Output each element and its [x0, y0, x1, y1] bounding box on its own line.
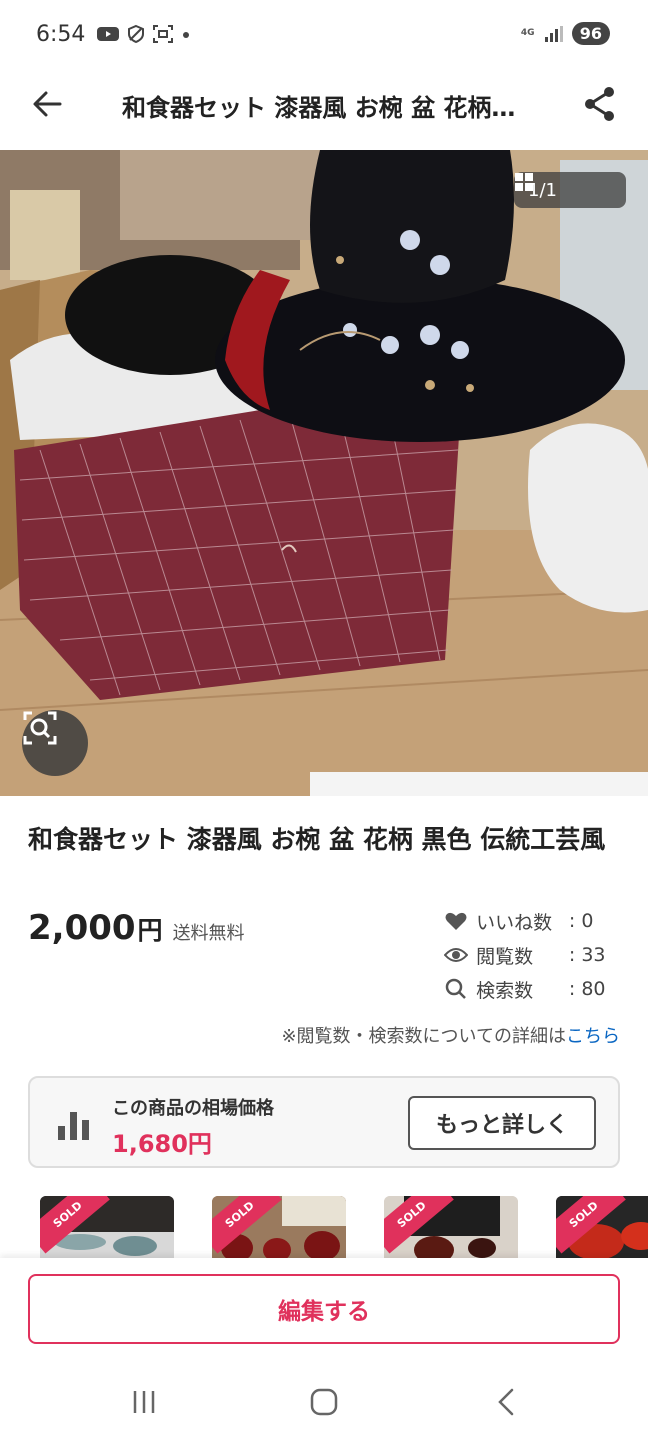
product-price: 2,000 — [28, 908, 136, 948]
stat-searches: 検索数 : 80 — [444, 972, 624, 1006]
sold-item-thumbnail[interactable]: SOLD — [384, 1196, 518, 1260]
price-currency: 円 — [137, 916, 163, 945]
share-button[interactable] — [578, 82, 622, 126]
product-title: 和食器セット 漆器風 お椀 盆 花柄 黒色 伝統工芸風 — [28, 825, 606, 854]
edit-button[interactable]: 編集する — [28, 1274, 620, 1344]
market-price-card: この商品の相場価格 1,680円 もっと詳しく — [28, 1076, 620, 1168]
header-title: 和食器セット 漆器風 お椀 盆 花柄… — [122, 94, 516, 122]
home-button[interactable] — [304, 1382, 344, 1422]
similar-items-carousel: SOLD SOLD SOLD SOLD — [0, 1196, 648, 1260]
stat-value: 80 — [581, 978, 606, 1000]
image-search-button[interactable] — [22, 710, 88, 776]
stat-separator: : — [568, 910, 576, 932]
back-arrow-icon — [33, 91, 62, 117]
stats-detail-link[interactable]: こちら — [566, 1026, 620, 1047]
stat-separator: : — [568, 944, 576, 966]
stat-label: 検索数 — [476, 979, 534, 1002]
stats-note: ※閲覧数・検索数についての詳細はこちら — [281, 1022, 620, 1048]
status-time: 6:54 — [36, 22, 86, 47]
stat-value: 33 — [581, 944, 606, 966]
status-notification-icons — [96, 24, 192, 44]
stat-label: いいね数 — [476, 911, 553, 934]
back-button[interactable] — [26, 82, 70, 126]
screenshot-icon — [153, 25, 173, 43]
stats-list: いいね数 : 0 閲覧数 : 33 検索数 : 80 — [444, 904, 624, 1006]
youtube-icon — [97, 27, 119, 41]
recent-apps-button[interactable] — [124, 1382, 164, 1422]
stats-note-text: ※閲覧数・検索数についての詳細は — [281, 1026, 566, 1047]
sold-item-thumbnail[interactable]: SOLD — [212, 1196, 346, 1260]
product-photo-illustration — [0, 150, 648, 796]
system-nav-bar — [0, 1362, 648, 1440]
image-search-icon — [23, 711, 57, 745]
dot-icon — [183, 32, 189, 38]
app-header: 和食器セット 漆器風 お椀 盆 花柄… — [0, 70, 648, 150]
network-type: 4G — [520, 28, 535, 38]
product-photo[interactable]: 1/1 — [0, 150, 648, 796]
recent-apps-icon — [133, 1391, 155, 1413]
stat-likes: いいね数 : 0 — [444, 904, 624, 938]
stat-label: 閲覧数 — [476, 945, 534, 968]
status-bar: 6:54 4G 96 — [0, 0, 648, 70]
heart-icon — [445, 912, 467, 930]
shipping-label: 送料無料 — [172, 923, 245, 944]
share-icon — [585, 87, 614, 121]
more-details-button[interactable]: もっと詳しく — [408, 1096, 596, 1150]
market-price-value: 1,680円 — [112, 1130, 212, 1158]
bottom-action-bar: 編集する — [0, 1258, 648, 1362]
image-counter[interactable]: 1/1 — [514, 172, 626, 208]
stat-value: 0 — [581, 910, 594, 932]
grid-icon — [515, 173, 533, 191]
stat-views: 閲覧数 : 33 — [444, 938, 624, 972]
market-price-label: この商品の相場価格 — [112, 1098, 274, 1119]
sold-item-thumbnail[interactable]: SOLD — [556, 1196, 648, 1260]
eye-icon — [444, 948, 469, 962]
search-icon — [445, 978, 466, 999]
bar-chart-icon — [58, 1112, 89, 1140]
system-back-button[interactable] — [486, 1382, 526, 1422]
sold-item-thumbnail[interactable]: SOLD — [40, 1196, 174, 1260]
shield-icon — [128, 24, 144, 44]
signal-icon — [544, 25, 563, 42]
stat-separator: : — [568, 978, 576, 1000]
home-icon — [310, 1388, 338, 1416]
price-row: 2,000 円 送料無料 — [28, 908, 245, 948]
chevron-left-icon — [498, 1388, 514, 1416]
battery-level: 96 — [571, 22, 610, 45]
